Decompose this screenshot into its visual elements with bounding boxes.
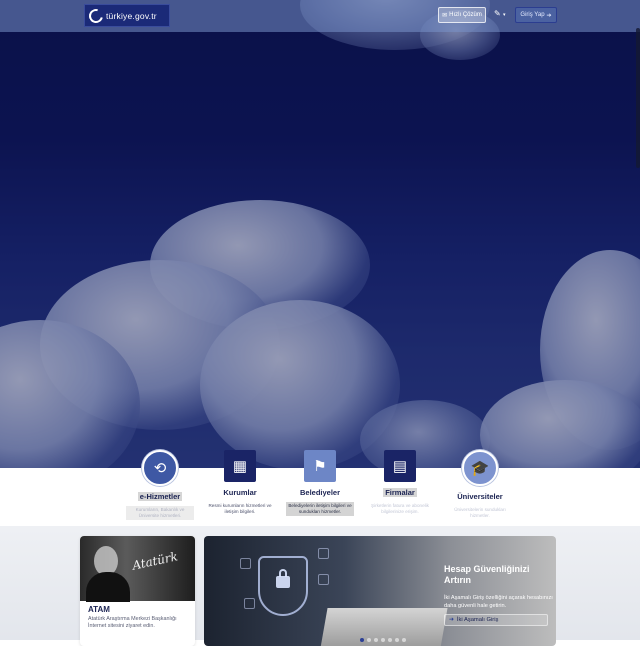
carousel-dot[interactable] [381,638,385,642]
banner-title-line1: Hesap Güvenliğinizi [444,564,530,574]
carousel-dot[interactable] [367,638,371,642]
category-e-hizmetler[interactable]: ⟲ e-Hizmetler Kurumların, Bakanlık ve Ün… [120,450,200,520]
login-arrow-icon: ➔ [546,12,552,19]
chat-icon: ✉ [442,12,448,19]
arrow-circle-icon: ➜ [449,617,454,623]
category-title: Kurumlar [223,488,257,497]
logo-text: türkiye.gov.tr [106,10,157,21]
carousel-dot[interactable] [374,638,378,642]
category-desc: Resmi kurumların hizmetleri ve iletişim … [208,503,272,514]
atam-card[interactable]: Atatürk ATAM Atatürk Araştırma Merkezi B… [80,536,195,646]
category-title: e-Hizmetler [137,492,183,501]
category-desc: Üniversitelerin sundukları hizmetler. [454,507,506,518]
factory-icon: ▤ [384,450,416,482]
ataturk-signature: Atatürk [131,549,179,573]
atam-title: ATAM [88,605,110,614]
scrollbar-thumb[interactable] [636,28,640,168]
category-universiteler[interactable]: 🎓 Üniversiteler Üniversitelerin sundukla… [440,450,520,520]
signpost-icon: ⚑ [304,450,336,482]
security-glyph-icon [244,598,255,609]
turkiye-gov-logo[interactable]: türkiye.gov.tr [84,4,170,27]
banner-title: Hesap Güvenliğinizi Artırın [444,564,530,586]
hero-overlay [0,0,640,468]
logo-emblem-icon [86,5,106,26]
atam-desc: Atatürk Araştırma Merkezi Başkanlığı İnt… [88,616,177,629]
refresh-icon: ⟲ [142,450,178,486]
login-button[interactable]: Giriş Yap ➔ [515,7,557,23]
portrait-body [86,572,130,602]
category-firmalar[interactable]: ▤ Firmalar Şirketlerin fatura ve aboneli… [360,450,440,516]
featured-section: Atatürk ATAM Atatürk Araştırma Merkezi B… [0,526,640,646]
category-desc: Şirketlerin fatura ve abonelik bilgileri… [371,503,429,514]
accessibility-icon: ✎ [494,9,501,18]
building-icon: ▦ [224,450,256,482]
category-title: Firmalar [383,488,417,497]
category-desc: Belediyelerin iletişim bilgileri ve sund… [286,502,354,516]
quick-solution-button[interactable]: ✉ Hızlı Çözüm [438,7,486,23]
category-title: Üniversiteler [457,492,503,501]
security-glyph-icon [240,558,251,569]
quick-solution-label: Hızlı Çözüm [449,12,482,18]
security-glyph-icon [318,548,329,559]
category-title: Belediyeler [299,488,341,497]
accessibility-menu[interactable]: ✎ ▾ [494,9,505,18]
security-glyph-icon [318,574,329,585]
carousel-pager [360,638,406,642]
top-header: türkiye.gov.tr ✉ Hızlı Çözüm ✎ ▾ Giriş Y… [0,0,640,32]
hero-sky-background [0,0,640,468]
carousel-dot[interactable] [388,638,392,642]
lock-icon [276,569,290,588]
banner-desc: İki Aşamalı Giriş özelliğini açarak hesa… [444,595,553,609]
carousel-dot[interactable] [360,638,364,642]
carousel-dot[interactable] [402,638,406,642]
chevron-down-icon: ▾ [502,12,506,18]
security-banner[interactable]: Hesap Güvenliğinizi Artırın İki Aşamalı … [204,536,556,646]
banner-title-line2: Artırın [444,575,471,585]
login-label: Giriş Yap [520,12,545,18]
carousel-dot[interactable] [395,638,399,642]
category-belediyeler[interactable]: ⚑ Belediyeler Belediyelerin iletişim bil… [280,450,360,516]
ataturk-photo: Atatürk [80,536,195,602]
category-desc: Kurumların, Bakanlık ve Üniversite hizme… [126,506,194,520]
category-kurumlar[interactable]: ▦ Kurumlar Resmi kurumların hizmetleri v… [200,450,280,516]
two-step-login-link[interactable]: ➜ İki Aşamalı Giriş [444,614,548,626]
category-bar: ⟲ e-Hizmetler Kurumların, Bakanlık ve Ün… [0,450,640,526]
graduation-cap-icon: 🎓 [462,450,498,486]
two-step-login-label: İki Aşamalı Giriş [456,617,499,623]
